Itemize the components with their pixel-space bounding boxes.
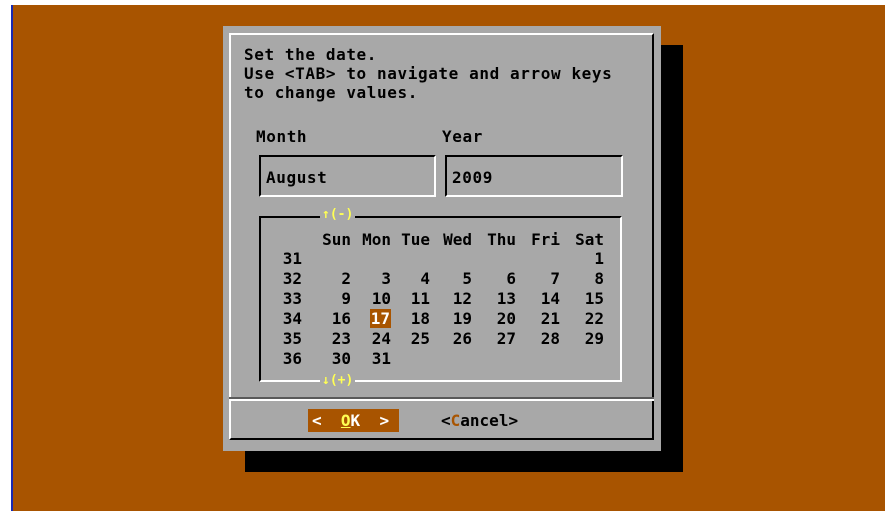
calendar-day[interactable]: 10: [349, 290, 391, 308]
scroll-down-indicator[interactable]: ↓(+): [320, 374, 356, 388]
calendar-day[interactable]: 18: [388, 310, 430, 328]
day-header: Sun: [322, 230, 351, 249]
calendar-day[interactable]: 2: [309, 270, 351, 288]
calendar-day[interactable]: 9: [309, 290, 351, 308]
week-number: 34: [282, 309, 302, 328]
prompt-line: Set the date.: [244, 45, 378, 64]
calendar-day[interactable]: 21: [518, 310, 560, 328]
month-label: Month: [256, 127, 308, 146]
calendar-day[interactable]: 4: [388, 270, 430, 288]
day-header: Thu: [487, 230, 516, 249]
calendar-day[interactable]: 29: [562, 330, 604, 348]
day-header: Sat: [575, 230, 604, 249]
calendar-day-selected[interactable]: 17: [349, 309, 391, 328]
calendar-day[interactable]: 14: [518, 290, 560, 308]
calendar-day[interactable]: 16: [309, 310, 351, 328]
calendar-day[interactable]: 30: [309, 350, 351, 368]
calendar-day[interactable]: 25: [388, 330, 430, 348]
calendar-day[interactable]: 11: [388, 290, 430, 308]
cancel-button[interactable]: <Cancel>: [441, 411, 518, 431]
day-header: Tue: [401, 230, 430, 249]
button-divider: [229, 399, 654, 401]
ok-right-bracket: >: [379, 411, 390, 430]
week-number: 36: [282, 349, 302, 368]
week-number: 33: [282, 289, 302, 308]
cancel-right-bracket: >: [508, 411, 519, 430]
cancel-hotkey: C: [450, 411, 461, 430]
calendar-day[interactable]: 26: [430, 330, 472, 348]
calendar-day[interactable]: 19: [430, 310, 472, 328]
week-number: 35: [282, 329, 302, 348]
calendar-day[interactable]: 28: [518, 330, 560, 348]
prompt-line: Use <TAB> to navigate and arrow keys: [244, 64, 613, 83]
calendar-day[interactable]: 24: [349, 330, 391, 348]
year-label: Year: [442, 127, 483, 146]
scroll-up-indicator[interactable]: ↑(-): [320, 208, 356, 222]
ok-button-label[interactable]: < OK >: [312, 411, 389, 431]
cancel-rest: ancel: [460, 411, 509, 430]
calendar-day[interactable]: 3: [349, 270, 391, 288]
month-value: August: [266, 168, 328, 187]
calendar-day[interactable]: 1: [562, 250, 604, 268]
prompt-line: to change values.: [244, 83, 418, 102]
day-header: Wed: [443, 230, 472, 249]
calendar-day[interactable]: 12: [430, 290, 472, 308]
calendar-day[interactable]: 7: [518, 270, 560, 288]
month-field[interactable]: August: [259, 155, 436, 197]
day-header: Fri: [531, 230, 560, 249]
calendar-day[interactable]: 6: [474, 270, 516, 288]
calendar-day[interactable]: 22: [562, 310, 604, 328]
cancel-left-bracket: <: [441, 411, 451, 430]
ok-hotkey: O: [340, 411, 351, 430]
week-number: 31: [282, 249, 302, 268]
calendar-day[interactable]: 31: [349, 350, 391, 368]
dialog-prompt: Set the date. Use <TAB> to navigate and a…: [244, 45, 612, 102]
ok-rest: K: [350, 411, 361, 430]
ok-left-bracket: <: [312, 411, 322, 430]
calendar-day[interactable]: 8: [562, 270, 604, 288]
calendar-day[interactable]: 20: [474, 310, 516, 328]
calendar-day[interactable]: 27: [474, 330, 516, 348]
year-field[interactable]: 2009: [445, 155, 623, 197]
day-header: Mon: [362, 230, 391, 249]
calendar-day[interactable]: 13: [474, 290, 516, 308]
year-value: 2009: [452, 168, 493, 187]
calendar-day[interactable]: 23: [309, 330, 351, 348]
calendar-day[interactable]: 5: [430, 270, 472, 288]
calendar-day[interactable]: 15: [562, 290, 604, 308]
week-number: 32: [282, 269, 302, 288]
